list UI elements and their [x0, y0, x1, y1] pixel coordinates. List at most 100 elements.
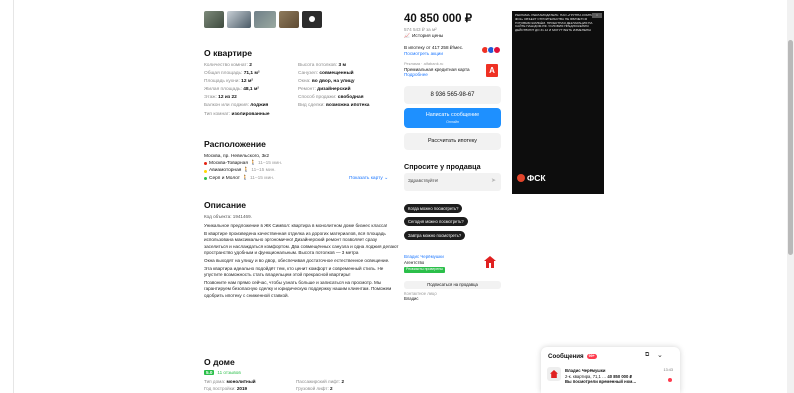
description-paragraph: Уникальное предложение в ЖК Символ: квар… [204, 223, 388, 229]
reviews-link[interactable]: 11 отзывов [217, 370, 240, 375]
param-value: совмещенный [319, 71, 354, 77]
section-title-location: Расположение [204, 139, 266, 149]
param-row: Способ продажи: свободная [298, 94, 398, 102]
mortgage-offers-link[interactable]: Посмотреть акции [404, 51, 489, 57]
description-paragraph: Позвоните нам прямо сейчас, чтобы узнать… [204, 280, 392, 298]
param-key: Вид сделки: [298, 103, 325, 109]
metro-station-name[interactable]: Авиамоторная [209, 167, 241, 174]
ad-legal-text: РЕКЛАМА. РЕКЛАМОДАТЕЛЬ: ПАО «ГРУППА КОМП… [515, 13, 600, 33]
param-value: 12 из 22 [218, 95, 237, 101]
param-value: дизайнерский [317, 87, 351, 93]
seller-logo-icon [484, 256, 496, 268]
chevron-down-icon: ⌄ [384, 176, 389, 181]
scrollbar-thumb[interactable] [788, 40, 793, 255]
house-params: Тип дома: монолитный Пассажирский лифт: … [204, 378, 404, 392]
walk-icon: 🚶 [249, 161, 256, 167]
messages-header[interactable]: Сообщения 99+ [548, 353, 597, 360]
description-paragraph: В квартире произведена качественная отде… [204, 231, 399, 256]
unread-count-badge: 99+ [586, 354, 597, 359]
chart-icon: 📈 [404, 34, 410, 39]
photo-thumbnail[interactable] [204, 11, 224, 28]
more-photos-thumbnail[interactable] [302, 11, 322, 28]
page-scrollbar[interactable] [787, 0, 794, 393]
param-row: Высота потолков: 3 м [298, 62, 398, 70]
metro-station: Авиамоторная 🚶 11–15 мин. [204, 167, 404, 174]
left-gutter [0, 0, 14, 393]
price-history-label: История цены [411, 34, 444, 39]
subscribe-seller-button[interactable]: Подписаться на продавца [404, 281, 501, 289]
description-text: Код объекта: 1941469. Уникальное предлож… [204, 214, 399, 301]
calc-mortgage-button[interactable]: Рассчитать ипотеку [404, 133, 501, 150]
quick-question-chip[interactable]: Сегодня можно посмотреть? [404, 217, 468, 226]
ask-seller-title: Спросите у продавца [404, 162, 481, 171]
chat-last-message: Вы посмотрели временный ном… [565, 379, 637, 385]
param-key: Грузовой лифт: [296, 386, 329, 392]
param-key: Тип комнат: [204, 111, 231, 117]
param-key: Балкон или лоджия: [204, 103, 249, 109]
close-icon[interactable]: × [592, 13, 602, 18]
metro-station-name[interactable]: Москва-Товарная [209, 160, 248, 167]
mortgage-offer: В ипотеку от 417 258 ₽/мес. Посмотреть а… [404, 45, 489, 56]
metro-line-dot [204, 169, 207, 173]
param-key: Год постройки: [204, 386, 236, 392]
ad-banner[interactable]: РЕКЛАМА. РЕКЛАМОДАТЕЛЬ: ПАО «ГРУППА КОМП… [512, 11, 604, 194]
walk-icon: 🚶 [243, 168, 250, 174]
phone-button[interactable]: 8 936 565-98-67 [404, 86, 501, 104]
address: Москва, пр. Невельского, 3к2 [204, 154, 270, 159]
param-key: Площадь кухни: [204, 79, 240, 85]
about-params-right: Высота потолков: 3 м Санузел: совмещенны… [298, 62, 398, 111]
param-row: Санузел: совмещенный [298, 70, 398, 78]
photo-thumbnail[interactable] [279, 11, 299, 28]
credit-card-ad[interactable]: Реклама · alfabank.ru Премиальная кредит… [404, 61, 484, 78]
quick-question-chip[interactable]: Завтра можно посмотреть? [404, 231, 466, 240]
metro-time: 11–15 мин. [249, 175, 275, 181]
bank-logo-icon [493, 46, 501, 54]
online-status: Онлайн [446, 119, 459, 124]
quick-question-chip[interactable]: Когда можно посмотреть? [404, 204, 463, 213]
seller-info: Владис Черёмушки Агентство Реквизиты про… [404, 254, 479, 273]
chat-time: 13:43 [663, 368, 673, 372]
show-map-link[interactable]: Показать карту ⌄ [349, 176, 388, 181]
write-message-button[interactable]: Написать сообщение Онлайн [404, 108, 501, 128]
param-value: монолитный [226, 379, 256, 384]
seller-type: Агентство [404, 259, 425, 265]
param-value: 3 м [338, 63, 347, 68]
photo-thumbnail[interactable] [254, 11, 276, 28]
unread-dot [668, 378, 672, 382]
param-value: 71,1 м² [243, 71, 260, 77]
chevron-down-icon[interactable]: ⌄ [657, 351, 663, 359]
param-key: Способ продажи: [298, 95, 337, 101]
param-row: Год постройки: 2019 [204, 385, 296, 392]
metro-line-dot [204, 176, 207, 180]
photo-thumbnail[interactable] [227, 11, 251, 28]
send-icon[interactable]: ➤ [491, 177, 496, 184]
param-value: 2 [341, 379, 345, 384]
house-rating[interactable]: 5.0 11 отзывов [204, 370, 241, 375]
card-ad-more-link[interactable]: Подробнее [404, 72, 484, 78]
expand-icon[interactable]: ⧉ [645, 352, 649, 359]
metro-station-name[interactable]: Серп и Молот [209, 175, 240, 182]
alfabank-logo-icon: А [486, 64, 498, 77]
param-value: 12 м² [241, 79, 253, 85]
param-key: Общая площадь: [204, 71, 243, 77]
param-key: Пассажирский лифт: [296, 379, 341, 384]
rating-score: 5.0 [204, 370, 215, 375]
param-value: возможна ипотека [325, 103, 370, 109]
param-key: Ремонт: [298, 87, 316, 93]
param-key: Санузел: [298, 71, 319, 77]
verified-badge: Реквизиты проверены [404, 267, 445, 273]
show-map-label: Показать карту [349, 176, 383, 181]
param-value: 2 [249, 63, 252, 68]
ask-seller-text: Здравствуйте! [408, 178, 439, 183]
param-value: лоджия [250, 103, 269, 109]
ask-seller-input[interactable]: Здравствуйте! ➤ [404, 173, 501, 191]
param-value: свободная [337, 95, 364, 101]
param-row: Вид сделки: возможна ипотека [298, 102, 398, 110]
param-key: Окна: [298, 79, 311, 85]
photo-gallery-thumbnails [204, 11, 322, 28]
chat-conversation-item[interactable]: Владис Черёмушки 2-к. квартира, 71,1 … 4… [547, 367, 675, 387]
description-paragraph: Эта квартира идеально подойдёт тем, кто … [204, 265, 384, 278]
price-history-link[interactable]: 📈 История цены [404, 34, 443, 39]
param-value: 48,1 м² [243, 87, 260, 93]
metro-station: Москва-Товарная 🚶 11–15 мин. [204, 160, 404, 167]
